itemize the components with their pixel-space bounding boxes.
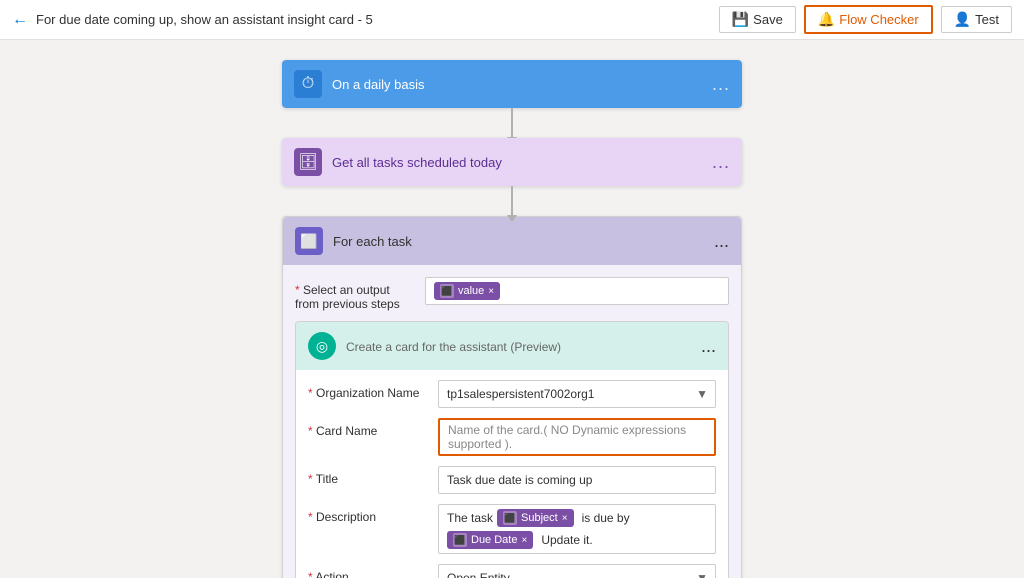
value-tag: ⬛ value × — [434, 282, 500, 300]
title-label: * Title — [308, 466, 438, 486]
card-name-label: * Card Name — [308, 418, 438, 438]
foreach-icon: ⬜ — [295, 227, 323, 255]
tag-icon: ⬛ — [440, 284, 454, 298]
top-bar-right: 💾 Save 🔔 Flow Checker 👤 Test — [719, 5, 1012, 34]
due-date-tag: ⬛ Due Date × — [447, 531, 533, 549]
daily-icon: ⏱ — [294, 70, 322, 98]
org-name-row: * Organization Name tp1salespersistent70… — [308, 380, 716, 408]
save-button[interactable]: 💾 Save — [719, 6, 796, 33]
desc-suffix: Update it. — [541, 533, 592, 547]
subject-tag: ⬛ Subject × — [497, 509, 574, 527]
due-date-tag-label: Due Date — [471, 534, 517, 546]
arrow-2 — [511, 186, 513, 216]
inner-card-header[interactable]: ◎ Create a card for the assistant (Previ… — [296, 322, 728, 370]
top-bar: ← For due date coming up, show an assist… — [0, 0, 1024, 40]
node-tasks-header[interactable]: 🗄 Get all tasks scheduled today ... — [282, 138, 742, 186]
subject-tag-label: Subject — [521, 512, 558, 524]
card-name-input[interactable]: Name of the card.( NO Dynamic expression… — [438, 418, 716, 456]
foreach-label: For each task — [333, 234, 714, 249]
desc-middle: is due by — [582, 511, 630, 525]
flow-checker-label: Flow Checker — [839, 12, 918, 27]
description-row: * Description The task ⬛ Subject × is du… — [308, 504, 716, 554]
tag-close[interactable]: × — [488, 286, 494, 297]
card-name-placeholder: Name of the card.( NO Dynamic expression… — [448, 423, 706, 451]
arrow-1 — [511, 108, 513, 138]
back-button[interactable]: ← — [12, 11, 28, 29]
node-tasks: 🗄 Get all tasks scheduled today ... — [282, 138, 742, 186]
top-bar-left: ← For due date coming up, show an assist… — [12, 11, 719, 29]
inner-card-body: * Organization Name tp1salespersistent70… — [296, 370, 728, 578]
node-daily-header[interactable]: ⏱ On a daily basis ... — [282, 60, 742, 108]
output-label: * Select an outputfrom previous steps — [295, 277, 425, 311]
card-icon: ◎ — [308, 332, 336, 360]
output-value[interactable]: ⬛ value × — [425, 277, 729, 305]
test-label: Test — [975, 12, 999, 27]
test-icon: 👤 — [954, 11, 971, 28]
tasks-label: Get all tasks scheduled today — [332, 155, 712, 170]
save-label: Save — [753, 12, 783, 27]
org-name-select[interactable]: tp1salespersistent7002org1 ▼ — [438, 380, 716, 408]
foreach-header[interactable]: ⬜ For each task ... — [283, 217, 741, 265]
action-select[interactable]: Open Entity ▼ — [438, 564, 716, 578]
card-name-row: * Card Name Name of the card.( NO Dynami… — [308, 418, 716, 456]
org-name-label: * Organization Name — [308, 380, 438, 400]
flow-container: ⏱ On a daily basis ... 🗄 Get all tasks s… — [262, 60, 762, 578]
description-label: * Description — [308, 504, 438, 524]
daily-label: On a daily basis — [332, 77, 712, 92]
node-foreach: ⬜ For each task ... * Select an outputfr… — [282, 216, 742, 578]
foreach-body: * Select an outputfrom previous steps ⬛ … — [283, 265, 741, 578]
action-label: * Action — [308, 564, 438, 578]
value-tag-label: value — [458, 285, 484, 297]
save-icon: 💾 — [732, 11, 749, 28]
card-menu[interactable]: ... — [701, 336, 716, 357]
due-date-tag-close[interactable]: × — [521, 535, 527, 546]
title-value[interactable]: Task due date is coming up — [438, 466, 716, 494]
card-title-suffix: (Preview) — [510, 340, 561, 354]
action-row: * Action Open Entity ▼ — [308, 564, 716, 578]
subject-tag-icon: ⬛ — [503, 511, 517, 525]
foreach-menu[interactable]: ... — [714, 231, 729, 252]
desc-prefix: The task — [447, 511, 493, 525]
flow-checker-button[interactable]: 🔔 Flow Checker — [804, 5, 933, 34]
page-title: For due date coming up, show an assistan… — [36, 12, 373, 27]
canvas: ⏱ On a daily basis ... 🗄 Get all tasks s… — [0, 40, 1024, 578]
title-row: * Title Task due date is coming up — [308, 466, 716, 494]
output-field-row: * Select an outputfrom previous steps ⬛ … — [295, 277, 729, 311]
subject-tag-close[interactable]: × — [562, 513, 568, 524]
description-value[interactable]: The task ⬛ Subject × is due by ⬛ Due Dat… — [438, 504, 716, 554]
org-name-value[interactable]: tp1salespersistent7002org1 — [438, 380, 716, 408]
test-button[interactable]: 👤 Test — [941, 6, 1012, 33]
tasks-icon: 🗄 — [294, 148, 322, 176]
node-daily: ⏱ On a daily basis ... — [282, 60, 742, 108]
inner-card-node: ◎ Create a card for the assistant (Previ… — [295, 321, 729, 578]
tasks-menu[interactable]: ... — [712, 152, 730, 173]
action-value[interactable]: Open Entity — [438, 564, 716, 578]
daily-menu[interactable]: ... — [712, 74, 730, 95]
flow-checker-icon: 🔔 — [818, 11, 835, 28]
due-date-tag-icon: ⬛ — [453, 533, 467, 547]
card-title: Create a card for the assistant (Preview… — [346, 339, 701, 354]
